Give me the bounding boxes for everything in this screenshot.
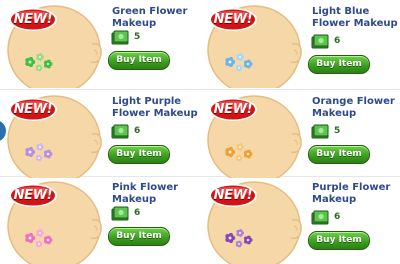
item-price: 6 <box>110 124 170 140</box>
new-badge-label: NEW! <box>13 12 53 27</box>
item-title: Purple Flower Makeup <box>312 182 391 205</box>
buy-item-button[interactable]: Buy Item <box>108 227 170 246</box>
cash-icon <box>110 30 130 46</box>
item-title: Light Purple Flower Makeup <box>112 96 198 119</box>
new-badge-label: NEW! <box>213 102 253 117</box>
price-value: 5 <box>134 32 141 42</box>
price-value: 6 <box>134 126 141 136</box>
buy-item-button[interactable]: Buy Item <box>308 231 370 250</box>
cash-icon <box>310 34 330 50</box>
new-badge: NEW! <box>8 183 58 208</box>
item-card: NEW! Pink Flower Makeup 6 Buy Item <box>0 178 198 264</box>
catalog-grid: NEW! Green Flower Makeup 5 Buy Item NEW! Ligh… <box>0 0 400 264</box>
new-badge: NEW! <box>208 97 258 122</box>
buy-item-button[interactable]: Buy Item <box>108 145 170 164</box>
price-value: 6 <box>334 212 341 222</box>
cash-icon <box>310 210 330 226</box>
new-badge-label: NEW! <box>13 188 53 203</box>
new-badge: NEW! <box>208 7 258 32</box>
price-value: 6 <box>334 36 341 46</box>
item-price: 5 <box>310 124 370 140</box>
buy-item-button[interactable]: Buy Item <box>108 51 170 70</box>
new-badge-label: NEW! <box>213 188 253 203</box>
item-title: Green Flower Makeup <box>112 6 188 29</box>
cash-icon <box>310 124 330 140</box>
item-card: NEW! Green Flower Makeup 5 Buy Item <box>0 2 198 88</box>
price-value: 6 <box>134 208 141 218</box>
new-badge: NEW! <box>208 183 258 208</box>
item-title: Pink Flower Makeup <box>112 182 179 205</box>
cash-icon <box>110 124 130 140</box>
cash-icon <box>110 206 130 222</box>
new-badge: NEW! <box>8 7 58 32</box>
item-card: NEW! Light Blue Flower Makeup 6 Buy Item <box>200 2 398 88</box>
item-price: 6 <box>310 34 370 50</box>
new-badge-label: NEW! <box>13 102 53 117</box>
item-title: Light Blue Flower Makeup <box>312 6 398 29</box>
price-value: 5 <box>334 126 341 136</box>
item-title: Orange Flower Makeup <box>312 96 395 119</box>
item-price: 6 <box>310 210 370 226</box>
item-price: 6 <box>110 206 170 222</box>
new-badge-label: NEW! <box>213 12 253 27</box>
item-card: NEW! Orange Flower Makeup 5 Buy Item <box>200 92 398 178</box>
row-divider <box>0 89 400 90</box>
item-price: 5 <box>110 30 170 46</box>
buy-item-button[interactable]: Buy Item <box>308 55 370 74</box>
item-card: NEW! Light Purple Flower Makeup 6 Buy Item <box>0 92 198 178</box>
new-badge: NEW! <box>8 97 58 122</box>
item-card: NEW! Purple Flower Makeup 6 Buy Item <box>200 178 398 264</box>
buy-item-button[interactable]: Buy Item <box>308 145 370 164</box>
